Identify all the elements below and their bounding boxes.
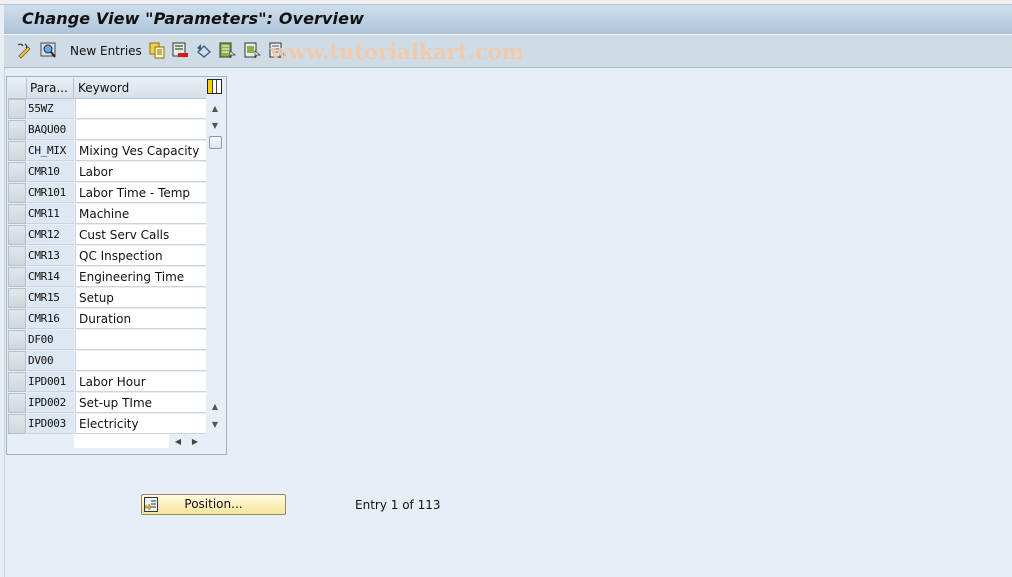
row-selector[interactable]	[8, 372, 26, 392]
table-row: CMR101 Labor Time - Temp	[8, 183, 206, 204]
page-down-icon[interactable]: ▼	[207, 416, 223, 432]
parameter-cell: IPD002	[27, 393, 74, 413]
row-selector[interactable]	[8, 162, 26, 182]
row-selector[interactable]	[8, 330, 26, 350]
row-selector[interactable]	[8, 267, 26, 287]
parameter-cell: CH_MIX	[27, 141, 74, 161]
position-button-label: Position...	[184, 497, 243, 511]
position-button[interactable]: Position...	[141, 494, 286, 515]
keyword-cell[interactable]	[75, 99, 206, 119]
table-row: CH_MIX Mixing Ves Capacity	[8, 141, 206, 162]
table-row: CMR16 Duration	[8, 309, 206, 330]
row-selector[interactable]	[8, 414, 26, 434]
keyword-cell[interactable]: Labor Hour	[75, 372, 206, 392]
row-selector[interactable]	[8, 183, 26, 203]
parameter-cell: CMR15	[27, 288, 74, 308]
keyword-cell[interactable]: Labor Time - Temp	[75, 183, 206, 203]
page-up-icon[interactable]: ▲	[207, 398, 223, 414]
keyword-cell[interactable]: Electricity	[75, 414, 206, 434]
keyword-cell[interactable]: Machine	[75, 204, 206, 224]
row-selector[interactable]	[8, 351, 26, 371]
horizontal-scroll-track[interactable]	[74, 434, 169, 448]
row-selector[interactable]	[8, 225, 26, 245]
table-row: CMR12 Cust Serv Calls	[8, 225, 206, 246]
left-border	[4, 68, 5, 577]
scroll-left-icon[interactable]: ◀	[171, 434, 185, 448]
parameter-cell: CMR14	[27, 267, 74, 287]
scroll-right-icon[interactable]: ▶	[188, 434, 202, 448]
parameter-cell: DF00	[27, 330, 74, 350]
keyword-cell[interactable]: Setup	[75, 288, 206, 308]
scroll-up-icon[interactable]: ▲	[207, 100, 223, 116]
watermark: www.tutorialkart.com	[270, 39, 524, 64]
page-title: Change View "Parameters": Overview	[22, 9, 364, 28]
parameter-cell: IPD003	[27, 414, 74, 434]
scroll-thumb[interactable]	[209, 136, 222, 149]
vertical-scrollbar[interactable]: ▲ ▼ ▲ ▼	[207, 99, 223, 434]
new-entries-button[interactable]: New Entries	[70, 44, 142, 58]
row-selector[interactable]	[8, 141, 26, 161]
row-selector[interactable]	[8, 309, 26, 329]
row-selector[interactable]	[8, 204, 26, 224]
table-row: DV00	[8, 351, 206, 372]
table-control: Para... Keyword 55WZ BAQU00 CH_MIX Mixing…	[6, 76, 227, 455]
select-block-icon[interactable]	[244, 42, 261, 59]
parameter-cell: CMR10	[27, 162, 74, 182]
table-row: CMR11 Machine	[8, 204, 206, 225]
table-row: CMR13 QC Inspection	[8, 246, 206, 267]
select-all-icon[interactable]	[219, 42, 236, 59]
keyword-cell[interactable]: Labor	[75, 162, 206, 182]
select-all-rows-button[interactable]	[8, 78, 27, 98]
table-row: CMR14 Engineering Time	[8, 267, 206, 288]
parameter-cell: BAQU00	[27, 120, 74, 140]
column-header-keyword[interactable]: Keyword	[75, 78, 206, 98]
display-change-icon[interactable]	[16, 42, 33, 59]
entry-counter: Entry 1 of 113	[355, 498, 441, 512]
parameter-cell: IPD001	[27, 372, 74, 392]
keyword-cell[interactable]	[75, 330, 206, 350]
horizontal-scrollbar[interactable]: ◀ ▶	[74, 434, 205, 450]
parameter-cell: CMR16	[27, 309, 74, 329]
parameter-cell: DV00	[27, 351, 74, 371]
table-row: 55WZ	[8, 99, 206, 120]
table-body: 55WZ BAQU00 CH_MIX Mixing Ves Capacity CM…	[8, 99, 206, 435]
keyword-cell[interactable]: Mixing Ves Capacity	[75, 141, 206, 161]
row-selector[interactable]	[8, 99, 26, 119]
table-row: CMR15 Setup	[8, 288, 206, 309]
keyword-cell[interactable]: Duration	[75, 309, 206, 329]
keyword-cell[interactable]	[75, 351, 206, 371]
table-row: BAQU00	[8, 120, 206, 141]
keyword-cell[interactable]: QC Inspection	[75, 246, 206, 266]
table-row: DF00	[8, 330, 206, 351]
scroll-down-icon[interactable]: ▼	[207, 117, 223, 133]
table-row: IPD002 Set-up TIme	[8, 393, 206, 414]
copy-as-icon[interactable]	[149, 42, 166, 59]
delete-icon[interactable]	[172, 42, 189, 59]
parameter-cell: CMR12	[27, 225, 74, 245]
parameter-cell: CMR101	[27, 183, 74, 203]
parameter-cell: CMR11	[27, 204, 74, 224]
row-selector[interactable]	[8, 246, 26, 266]
keyword-cell[interactable]: Engineering Time	[75, 267, 206, 287]
table-row: CMR10 Labor	[8, 162, 206, 183]
table-row: IPD003 Electricity	[8, 414, 206, 435]
table-row: IPD001 Labor Hour	[8, 372, 206, 393]
parameter-cell: CMR13	[27, 246, 74, 266]
row-selector[interactable]	[8, 393, 26, 413]
parameter-cell: 55WZ	[27, 99, 74, 119]
row-selector[interactable]	[8, 288, 26, 308]
details-icon[interactable]	[40, 42, 57, 59]
column-configuration-icon[interactable]	[207, 79, 222, 94]
table-header: Para... Keyword	[8, 78, 206, 99]
undo-change-icon[interactable]	[196, 42, 213, 59]
row-selector[interactable]	[8, 120, 26, 140]
keyword-cell[interactable]: Set-up TIme	[75, 393, 206, 413]
title-bar: Change View "Parameters": Overview	[4, 5, 1012, 35]
column-header-parameter[interactable]: Para...	[27, 78, 74, 98]
keyword-cell[interactable]	[75, 120, 206, 140]
keyword-cell[interactable]: Cust Serv Calls	[75, 225, 206, 245]
